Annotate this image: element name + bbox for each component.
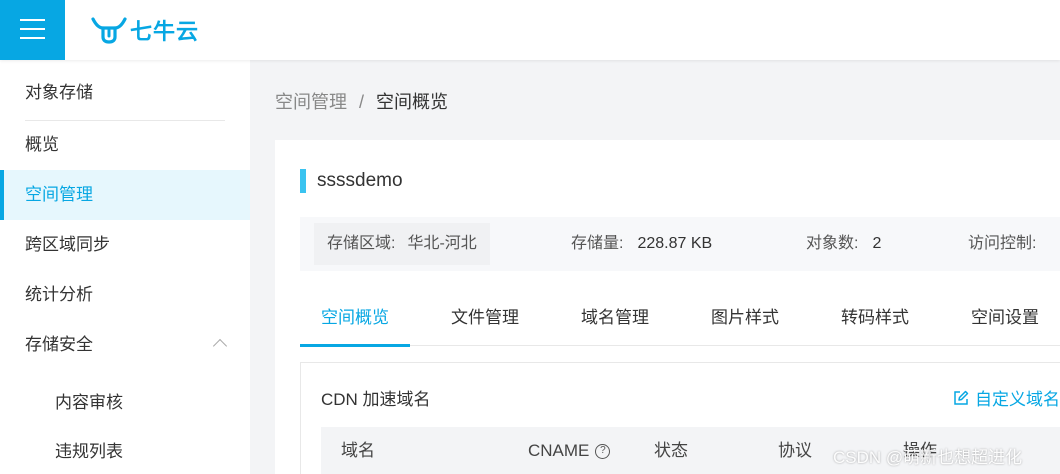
custom-domain-label: 自定义域名 xyxy=(975,390,1060,409)
qiniu-bull-logo-icon xyxy=(91,17,127,44)
column-header-domain: 域名 xyxy=(341,441,375,460)
sidebar-item-label: 存储安全 xyxy=(25,335,93,354)
tab-bucket-overview[interactable]: 空间概览 xyxy=(300,290,410,347)
brand-logo[interactable]: 七牛云 xyxy=(90,13,199,47)
bucket-access-control: 访问控制: xyxy=(968,217,1036,271)
tab-image-styles[interactable]: 图片样式 xyxy=(700,290,790,346)
watermark: CSDN @萌新也想超进化 xyxy=(833,448,1023,467)
bucket-tabs: 空间概览 文件管理 域名管理 图片样式 转码样式 空间设置 xyxy=(300,290,1060,347)
sidebar-item-violation-list[interactable]: 违规列表 xyxy=(0,427,250,474)
region-value: 华北-河北 xyxy=(407,235,477,252)
column-header-cname: CNAME? xyxy=(528,427,611,474)
edit-icon xyxy=(954,390,969,405)
column-header-protocol: 协议 xyxy=(778,441,812,460)
sidebar-item-bucket-management[interactable]: 空间管理 xyxy=(0,170,250,220)
sidebar-item-storage-security[interactable]: 存储安全 xyxy=(0,320,250,370)
bucket-name: ssssdemo xyxy=(317,170,403,191)
chevron-up-icon xyxy=(212,338,228,354)
tab-bucket-settings[interactable]: 空间设置 xyxy=(960,290,1050,346)
breadcrumb-current: 空间概览 xyxy=(376,92,449,112)
custom-domain-link[interactable]: 自定义域名 xyxy=(953,385,1060,410)
tab-transcode-styles[interactable]: 转码样式 xyxy=(830,290,920,346)
cdn-card-title: CDN 加速域名 xyxy=(321,390,431,409)
column-header-status: 状态 xyxy=(654,441,688,460)
bucket-title-marker xyxy=(300,169,306,193)
sidebar-item-content-review[interactable]: 内容审核 xyxy=(0,378,250,428)
column-header-cname-label: CNAME xyxy=(528,441,590,460)
bucket-panel: ssssdemo 存储区域: 华北-河北 存储量: 228.87 KB 对象数: 2 … xyxy=(275,140,1060,474)
tab-domain-management[interactable]: 域名管理 xyxy=(570,290,660,346)
access-label: 访问控制: xyxy=(968,235,1037,252)
bucket-object-count: 对象数: 2 xyxy=(806,217,881,271)
sidebar-item-overview[interactable]: 概览 xyxy=(0,120,250,170)
sidebar-section-title: 对象存储 xyxy=(25,83,93,102)
size-value: 228.87 KB xyxy=(637,235,713,252)
top-header: 七牛云 xyxy=(0,0,1060,60)
sidebar: 对象存储 概览 空间管理 跨区域同步 统计分析 存储安全 内容审核 违规列表 xyxy=(0,60,250,474)
tab-file-management[interactable]: 文件管理 xyxy=(440,290,530,346)
breadcrumb-parent[interactable]: 空间管理 xyxy=(275,92,347,112)
objects-label: 对象数: xyxy=(806,235,859,252)
brand-name: 七牛云 xyxy=(130,19,200,44)
region-label: 存储区域: xyxy=(327,235,396,252)
sidebar-item-cross-region-sync[interactable]: 跨区域同步 xyxy=(0,220,250,270)
bucket-size: 存储量: 228.87 KB xyxy=(571,217,712,271)
breadcrumb: 空间管理 / 空间概览 xyxy=(275,88,448,114)
hamburger-menu-icon[interactable] xyxy=(0,0,65,60)
size-label: 存储量: xyxy=(571,235,624,252)
bucket-region: 存储区域: 华北-河北 xyxy=(314,223,490,265)
question-circle-icon[interactable]: ? xyxy=(595,444,611,460)
bucket-info-row: 存储区域: 华北-河北 存储量: 228.87 KB 对象数: 2 访问控制: xyxy=(300,217,1060,271)
sidebar-item-statistics[interactable]: 统计分析 xyxy=(0,270,250,320)
breadcrumb-separator: / xyxy=(359,92,365,112)
objects-value: 2 xyxy=(872,235,882,252)
